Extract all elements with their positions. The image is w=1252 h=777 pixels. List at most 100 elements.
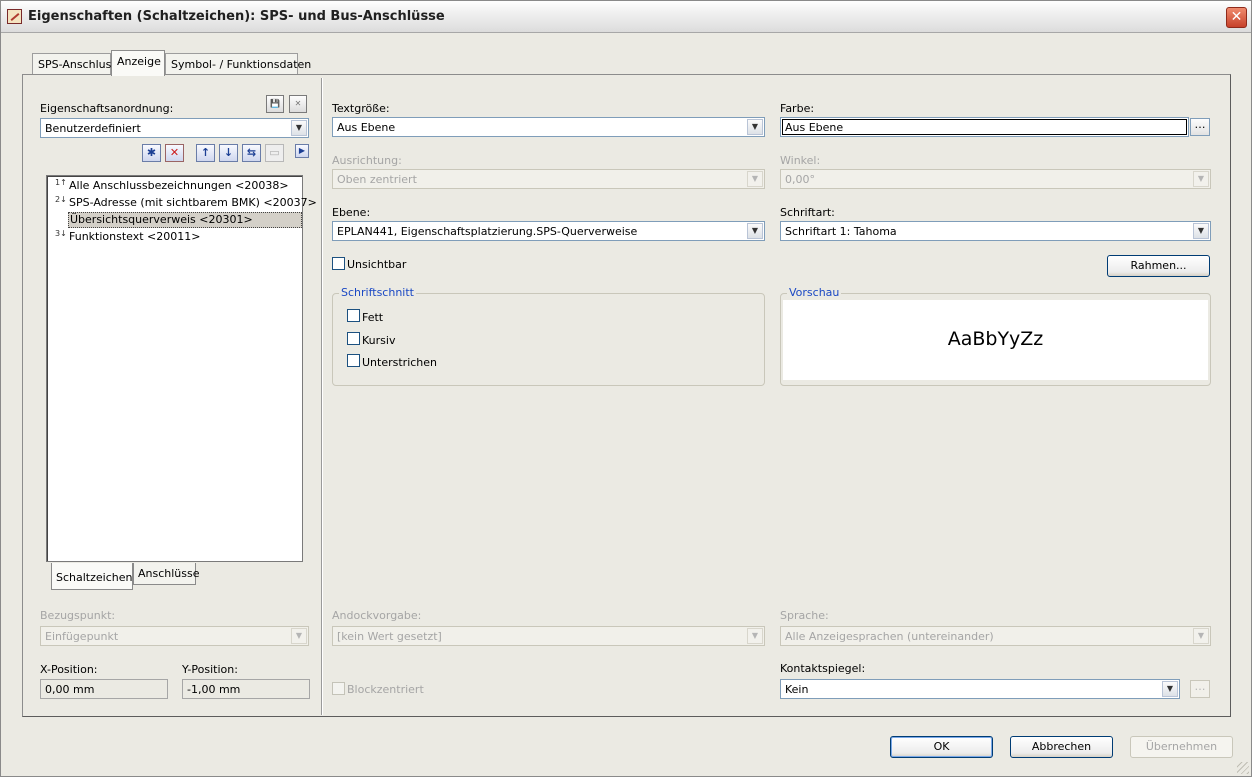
schriftart-value: Schriftart 1: Tahoma: [785, 225, 897, 238]
winkel-select[interactable]: 0,00° ▼: [780, 169, 1211, 189]
ypos-field[interactable]: -1,00 mm: [182, 679, 310, 699]
schriftart-label: Schriftart:: [780, 206, 835, 219]
blockzentriert-label[interactable]: Blockzentriert: [347, 683, 424, 696]
vorschau-title: Vorschau: [787, 286, 842, 299]
textgroesse-label: Textgröße:: [332, 102, 390, 115]
farbe-browse-button[interactable]: …: [1190, 118, 1210, 136]
fix-icon: ⇆: [246, 146, 257, 159]
list-item[interactable]: 2↓ SPS-Adresse (mit sichtbarem BMK) <200…: [55, 196, 317, 212]
ok-button[interactable]: OK: [890, 736, 993, 758]
kursiv-checkbox[interactable]: [347, 332, 360, 345]
tab-sps-anschluss[interactable]: SPS-Anschluss: [32, 53, 117, 75]
chevron-down-icon[interactable]: ▼: [291, 628, 307, 644]
move-down-button[interactable]: ↓: [219, 144, 238, 162]
winkel-value: 0,00°: [785, 173, 815, 186]
chevron-down-icon[interactable]: ▼: [747, 223, 763, 239]
farbe-label: Farbe:: [780, 102, 815, 115]
close-icon: ✕: [1230, 9, 1243, 25]
close-button[interactable]: ✕: [1226, 7, 1247, 28]
more-button[interactable]: ▶: [295, 144, 309, 158]
winkel-label: Winkel:: [780, 154, 821, 167]
textgroesse-select[interactable]: Aus Ebene ▼: [332, 117, 765, 137]
tab-schaltzeichen[interactable]: Schaltzeichen: [51, 563, 133, 590]
ausrichtung-value: Oben zentriert: [337, 173, 417, 186]
save-icon: 💾: [270, 99, 280, 108]
fett-label[interactable]: Fett: [362, 311, 383, 324]
ausrichtung-select[interactable]: Oben zentriert ▼: [332, 169, 765, 189]
unterstrichen-checkbox[interactable]: [347, 354, 360, 367]
unsichtbar-label[interactable]: Unsichtbar: [347, 258, 406, 271]
chevron-down-icon[interactable]: ▼: [1193, 171, 1209, 187]
chevron-down-icon[interactable]: ▼: [291, 120, 307, 136]
delete-arrangement-button[interactable]: ✕: [289, 95, 307, 113]
chevron-down-icon[interactable]: ▼: [747, 628, 763, 644]
arrangement-label: Eigenschaftsanordnung:: [40, 102, 174, 115]
chevron-down-icon[interactable]: ▼: [1193, 628, 1209, 644]
delete-icon: ✕: [294, 99, 302, 108]
schriftart-select[interactable]: Schriftart 1: Tahoma ▼: [780, 221, 1211, 241]
sprache-value: Alle Anzeigesprachen (untereinander): [785, 630, 994, 643]
arrangement-select[interactable]: Benutzerdefiniert ▼: [40, 118, 309, 138]
arrangement-value: Benutzerdefiniert: [45, 122, 141, 135]
kontakt-select[interactable]: Kein ▼: [780, 679, 1180, 699]
delete-property-button[interactable]: ✕: [165, 144, 184, 162]
new-property-button[interactable]: ✱: [142, 144, 161, 162]
xpos-label: X-Position:: [40, 663, 98, 676]
unterstrichen-label[interactable]: Unterstrichen: [362, 356, 437, 369]
arrow-up-icon: ↑: [200, 146, 211, 159]
list-item[interactable]: 3↓ Funktionstext <20011>: [55, 230, 200, 246]
title-bar[interactable]: Eigenschaften (Schaltzeichen): SPS- und …: [1, 1, 1251, 33]
ellipsis-icon: …: [1194, 118, 1206, 131]
save-arrangement-button[interactable]: 💾: [266, 95, 284, 113]
chevron-down-icon[interactable]: ▼: [1162, 681, 1178, 697]
farbe-value: Aus Ebene: [785, 121, 844, 134]
ebene-select[interactable]: EPLAN441, Eigenschaftsplatzierung.SPS-Qu…: [332, 221, 765, 241]
list-item-label: SPS-Adresse (mit sichtbarem BMK) <20037>: [69, 196, 317, 209]
chevron-down-icon[interactable]: ▼: [747, 119, 763, 135]
fett-checkbox[interactable]: [347, 309, 360, 322]
farbe-field[interactable]: Aus Ebene: [780, 117, 1189, 137]
order-icon: 2↓: [55, 195, 67, 204]
rahmen-button[interactable]: Rahmen...: [1107, 255, 1210, 277]
list-item-label: Übersichtsquerverweis <20301>: [70, 213, 253, 226]
ausrichtung-label: Ausrichtung:: [332, 154, 402, 167]
blockzentriert-checkbox[interactable]: [332, 682, 345, 695]
ebene-label: Ebene:: [332, 206, 371, 219]
kursiv-label[interactable]: Kursiv: [362, 334, 395, 347]
move-up-button[interactable]: ↑: [196, 144, 215, 162]
list-item-label: Alle Anschlussbezeichnungen <20038>: [69, 179, 289, 192]
chevron-down-icon[interactable]: ▼: [747, 171, 763, 187]
ypos-value: -1,00 mm: [187, 683, 241, 696]
list-item[interactable]: 1↑ Alle Anschlussbezeichnungen <20038>: [55, 179, 289, 195]
kontakt-label: Kontaktspiegel:: [780, 662, 866, 675]
kontakt-browse-button[interactable]: …: [1190, 680, 1210, 698]
unfix-icon: ▭: [269, 146, 280, 159]
bezugspunkt-select[interactable]: Einfügepunkt ▼: [40, 626, 309, 646]
xpos-field[interactable]: 0,00 mm: [40, 679, 168, 699]
list-item-selected[interactable]: Übersichtsquerverweis <20301>: [68, 212, 302, 228]
chevron-down-icon[interactable]: ▼: [1193, 223, 1209, 239]
cancel-button[interactable]: Abbrechen: [1010, 736, 1113, 758]
property-list[interactable]: 1↑ Alle Anschlussbezeichnungen <20038> 2…: [46, 175, 317, 562]
resize-grip-icon[interactable]: [1237, 762, 1249, 774]
andock-select[interactable]: [kein Wert gesetzt] ▼: [332, 626, 765, 646]
unsichtbar-checkbox[interactable]: [332, 257, 345, 270]
tab-symbol-funktionsdaten[interactable]: Symbol- / Funktionsdaten: [165, 53, 311, 75]
ypos-label: Y-Position:: [182, 663, 238, 676]
apply-button[interactable]: Übernehmen: [1130, 736, 1233, 758]
fix-button[interactable]: ⇆: [242, 144, 261, 162]
splitter[interactable]: [321, 78, 323, 715]
order-icon: 3↓: [55, 229, 67, 238]
bezugspunkt-value: Einfügepunkt: [45, 630, 119, 643]
xpos-value: 0,00 mm: [45, 683, 95, 696]
properties-dialog: Eigenschaften (Schaltzeichen): SPS- und …: [0, 0, 1252, 777]
tab-anzeige[interactable]: Anzeige: [111, 50, 165, 76]
preview-area: AaBbYyZz: [783, 300, 1208, 380]
sprache-label: Sprache:: [780, 609, 829, 622]
kontakt-value: Kein: [785, 683, 809, 696]
sprache-select[interactable]: Alle Anzeigesprachen (untereinander) ▼: [780, 626, 1211, 646]
schriftschnitt-group: Schriftschnitt: [332, 286, 765, 386]
tab-anschluesse[interactable]: Anschlüsse: [133, 563, 200, 585]
delete-icon: ✕: [169, 146, 180, 159]
unfix-button[interactable]: ▭: [265, 144, 284, 162]
